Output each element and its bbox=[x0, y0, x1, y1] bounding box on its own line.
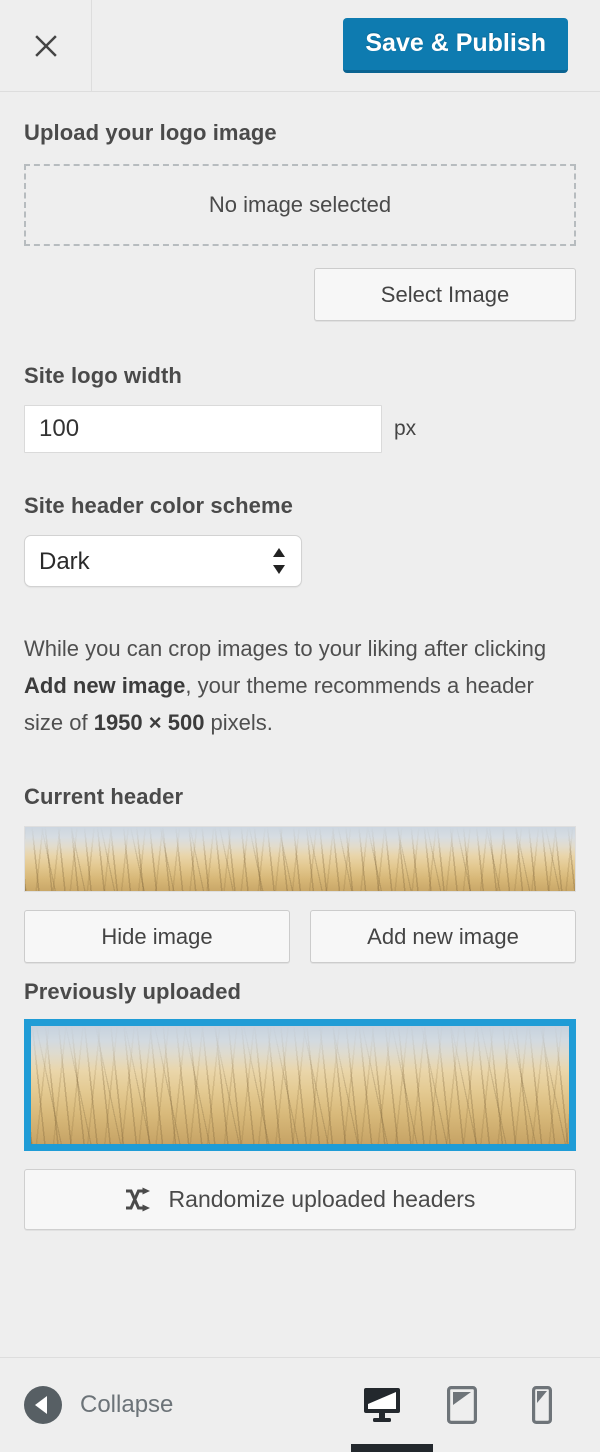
customizer-header: Save & Publish bbox=[0, 0, 600, 92]
site-header-color-scheme-title: Site header color scheme bbox=[24, 493, 293, 519]
site-logo-width-input[interactable] bbox=[24, 405, 382, 454]
site-logo-width-title: Site logo width bbox=[24, 363, 182, 389]
randomize-button-label: Randomize uploaded headers bbox=[168, 1186, 476, 1213]
shuffle-icon bbox=[125, 1187, 150, 1212]
wheat-field-photo bbox=[25, 827, 575, 892]
header-size-description: While you can crop images to your liking… bbox=[24, 631, 576, 742]
description-part3: pixels. bbox=[204, 710, 273, 736]
collapse-label: Collapse bbox=[80, 1391, 174, 1418]
mobile-icon bbox=[532, 1386, 552, 1424]
header-actions-row: Hide image Add new image bbox=[24, 910, 576, 964]
select-image-button[interactable]: Select Image bbox=[314, 268, 576, 322]
randomize-uploaded-headers-button[interactable]: Randomize uploaded headers bbox=[24, 1169, 576, 1231]
previously-uploaded-title: Previously uploaded bbox=[24, 979, 242, 1005]
color-scheme-select[interactable]: Dark bbox=[24, 535, 302, 588]
preview-desktop-button[interactable] bbox=[360, 1383, 404, 1427]
upload-logo-title: Upload your logo image bbox=[24, 120, 277, 145]
customizer-panel: Save & Publish Upload your logo image No… bbox=[0, 0, 600, 1452]
customizer-footer: Collapse bbox=[0, 1357, 600, 1452]
preview-tablet-button[interactable] bbox=[440, 1383, 484, 1427]
wheat-field-photo-thumbnail bbox=[31, 1026, 569, 1145]
site-logo-width-row: px bbox=[24, 405, 576, 454]
desktop-icon bbox=[364, 1388, 400, 1422]
tablet-icon bbox=[447, 1386, 477, 1424]
add-new-image-button[interactable]: Add new image bbox=[310, 910, 576, 964]
description-recommended-size: 1950 × 500 bbox=[93, 710, 205, 736]
collapse-button[interactable]: Collapse bbox=[0, 1386, 173, 1424]
previously-uploaded-thumbnail[interactable] bbox=[24, 1019, 576, 1152]
circle-arrow-left-icon bbox=[24, 1386, 62, 1424]
logo-dropzone[interactable]: No image selected bbox=[24, 164, 576, 246]
select-image-row: Select Image bbox=[24, 268, 576, 322]
active-device-indicator bbox=[351, 1444, 433, 1452]
close-customizer-button[interactable] bbox=[0, 0, 92, 91]
customizer-content: Upload your logo image No image selected… bbox=[0, 92, 600, 1357]
description-part1: While you can crop images to your liking… bbox=[24, 636, 547, 662]
close-icon bbox=[34, 34, 57, 57]
description-add-new-image-emphasis: Add new image bbox=[24, 673, 186, 699]
color-scheme-select-wrapper: Dark bbox=[24, 535, 302, 588]
save-button-container: Save & Publish bbox=[343, 0, 600, 91]
site-logo-width-unit: px bbox=[394, 417, 417, 441]
preview-mobile-button[interactable] bbox=[520, 1383, 564, 1427]
no-image-selected-text: No image selected bbox=[208, 192, 392, 217]
current-header-title: Current header bbox=[24, 784, 184, 810]
hide-image-button[interactable]: Hide image bbox=[24, 910, 290, 964]
save-and-publish-button[interactable]: Save & Publish bbox=[343, 17, 568, 74]
header-spacer bbox=[92, 0, 343, 91]
current-header-image bbox=[24, 826, 576, 893]
device-preview-group bbox=[360, 1383, 600, 1427]
